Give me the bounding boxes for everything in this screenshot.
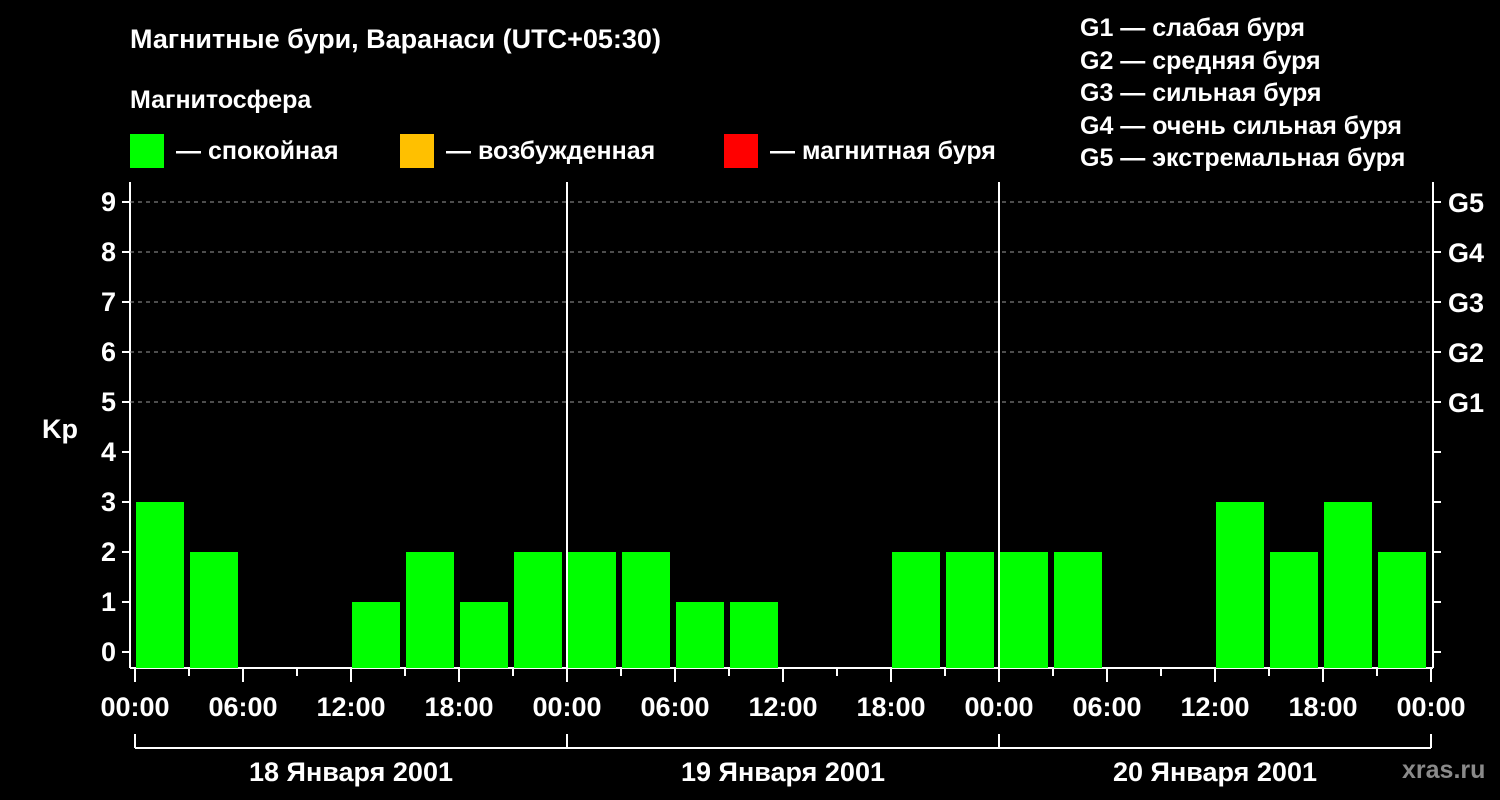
y-tick-label: 1 — [101, 587, 116, 617]
x-tick-label: 06:00 — [640, 692, 709, 722]
kp-bar — [568, 552, 616, 668]
g-scale-label: G1 — [1448, 388, 1484, 418]
y-tick-label: 5 — [101, 387, 116, 417]
x-tick-label: 18:00 — [856, 692, 925, 722]
y-tick-label: 0 — [101, 637, 116, 667]
g-scale-label: G2 — [1448, 338, 1484, 368]
kp-bar — [622, 552, 670, 668]
day-label: 19 Января 2001 — [681, 757, 885, 787]
x-tick-label: 00:00 — [100, 692, 169, 722]
x-tick-label: 18:00 — [424, 692, 493, 722]
x-tick-label: 12:00 — [1180, 692, 1249, 722]
x-tick-label: 00:00 — [532, 692, 601, 722]
x-tick-label: 12:00 — [748, 692, 817, 722]
kp-bar — [1270, 552, 1318, 668]
x-tick-label: 06:00 — [208, 692, 277, 722]
x-tick-label: 06:00 — [1072, 692, 1141, 722]
g-scale-label: G3 — [1448, 288, 1484, 318]
day-label: 20 Января 2001 — [1113, 757, 1317, 787]
g-scale-label: G4 — [1448, 238, 1484, 268]
kp-bar — [1054, 552, 1102, 668]
day-label: 18 Января 2001 — [249, 757, 453, 787]
kp-bar — [1216, 502, 1264, 668]
y-tick-label: 6 — [101, 337, 116, 367]
x-tick-label: 18:00 — [1288, 692, 1357, 722]
kp-bar — [730, 602, 778, 668]
kp-bar — [406, 552, 454, 668]
y-tick-label: 2 — [101, 537, 116, 567]
y-tick-label: 3 — [101, 487, 116, 517]
x-tick-label: 00:00 — [964, 692, 1033, 722]
y-tick-label: 4 — [101, 437, 116, 467]
watermark: xras.ru — [1402, 756, 1486, 784]
kp-bar — [136, 502, 184, 668]
kp-bar — [460, 602, 508, 668]
y-axis-label: Kp — [42, 414, 78, 444]
kp-bar — [514, 552, 562, 668]
kp-bar — [1324, 502, 1372, 668]
kp-bar — [1000, 552, 1048, 668]
kp-bar — [1378, 552, 1426, 668]
y-tick-label: 7 — [101, 287, 116, 317]
kp-bar — [190, 552, 238, 668]
y-tick-label: 9 — [101, 187, 116, 217]
kp-bar-chart: 0 1 2 3 4 5 6 7 8 9 G1 G2 G3 G4 G5 Kp 00:00 06:00 12:00 18:… — [42, 182, 1484, 787]
x-tick-label: 12:00 — [316, 692, 385, 722]
x-tick-label: 00:00 — [1396, 692, 1465, 722]
kp-bar — [352, 602, 400, 668]
y-tick-label: 8 — [101, 237, 116, 267]
kp-bar — [676, 602, 724, 668]
g-scale-label: G5 — [1448, 188, 1484, 218]
kp-bar — [946, 552, 994, 668]
kp-bar — [892, 552, 940, 668]
